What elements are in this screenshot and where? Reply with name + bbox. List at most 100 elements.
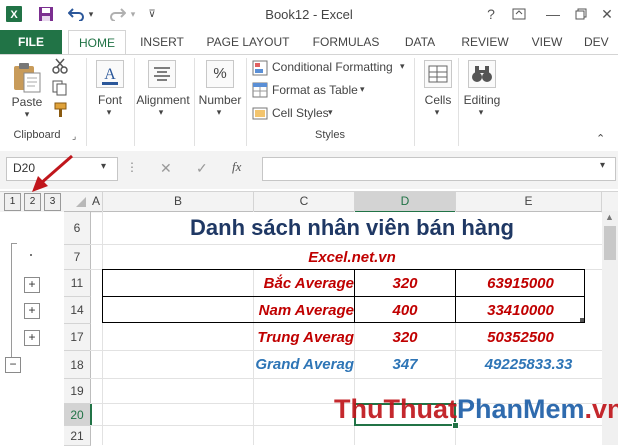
tab-insert[interactable]: INSERT (134, 30, 190, 54)
tab-formulas[interactable]: FORMULAS (306, 30, 386, 54)
region-label-cell[interactable]: Bắc Average (103, 270, 354, 296)
outline-level-1-button[interactable]: 1 (4, 193, 21, 211)
clipboard-group-label: Clipboard (6, 129, 68, 141)
alignment-icon[interactable] (148, 60, 176, 88)
cells-dropdown-icon[interactable]: ▾ (430, 107, 444, 118)
row-header-14[interactable]: 14 (64, 297, 91, 324)
outline-bracket-top (11, 243, 17, 244)
watermark: ThuThuatPhanMem.vn (334, 394, 618, 425)
number-button[interactable]: Number (196, 93, 244, 107)
collapse-group-button[interactable]: − (5, 357, 21, 373)
number-dropdown-icon[interactable]: ▾ (212, 107, 226, 118)
cells-icon[interactable] (424, 60, 452, 88)
sheet-title[interactable]: Danh sách nhân viên bán hàng (103, 212, 601, 244)
alignment-button[interactable]: Alignment (134, 93, 192, 107)
scroll-up-icon[interactable]: ▲ (605, 212, 614, 222)
amount-cell[interactable]: 33410000 (456, 297, 585, 323)
tab-view[interactable]: VIEW (526, 30, 568, 54)
cell-styles-dropdown-icon[interactable]: ▾ (328, 107, 333, 118)
quantity-cell[interactable]: 320 (355, 270, 455, 296)
row-header-21[interactable]: 21 (64, 426, 91, 446)
insert-function-icon[interactable]: fx (232, 159, 241, 175)
column-header-d[interactable]: D (355, 192, 456, 213)
conditional-formatting-icon[interactable] (252, 60, 268, 76)
restore-icon[interactable] (568, 2, 594, 26)
format-painter-icon[interactable] (52, 102, 68, 118)
format-as-table-dropdown-icon[interactable]: ▾ (360, 84, 365, 95)
gridline (90, 378, 602, 379)
column-header-b[interactable]: B (103, 192, 254, 212)
editing-dropdown-icon[interactable]: ▾ (474, 107, 488, 118)
row-header-18[interactable]: 18 (64, 351, 91, 379)
grand-average-label-cell[interactable]: Grand Averag (103, 351, 354, 378)
cell-styles-icon[interactable] (252, 105, 268, 121)
grand-average-quantity-cell[interactable]: 347 (355, 351, 455, 378)
row-header-20[interactable]: 20 (64, 404, 92, 426)
paste-dropdown-icon[interactable]: ▾ (20, 109, 34, 120)
ribbon-display-icon[interactable] (506, 2, 532, 26)
quantity-cell[interactable]: 320 (355, 324, 455, 350)
font-icon[interactable]: A (96, 60, 124, 88)
formula-input[interactable] (262, 157, 616, 181)
clipboard-launcher-icon[interactable]: ⌟ (72, 131, 76, 142)
tab-page-layout[interactable]: PAGE LAYOUT (200, 30, 296, 54)
gridline (90, 425, 602, 426)
column-header-c[interactable]: C (254, 192, 355, 212)
tab-data[interactable]: DATA (398, 30, 442, 54)
copy-icon[interactable] (52, 80, 68, 96)
cancel-icon[interactable]: ✕ (160, 160, 172, 177)
format-as-table-button[interactable]: Format as Table (272, 83, 358, 97)
font-dropdown-icon[interactable]: ▾ (102, 107, 116, 118)
alignment-dropdown-icon[interactable]: ▾ (154, 107, 168, 118)
outline-bracket-line (11, 243, 12, 360)
amount-cell[interactable]: 63915000 (456, 270, 585, 296)
expand-group-button[interactable]: + (24, 330, 40, 346)
grand-average-amount-cell[interactable]: 49225833.33 (456, 351, 601, 378)
watermark-part: .vn (585, 394, 618, 424)
format-as-table-icon[interactable] (252, 82, 268, 98)
row-header-7[interactable]: 7 (64, 245, 91, 270)
cut-icon[interactable] (52, 58, 68, 74)
expand-formula-bar-icon[interactable]: ▾ (600, 160, 605, 171)
row-header-11[interactable]: 11 (64, 270, 91, 297)
quantity-cell[interactable]: 400 (355, 297, 455, 323)
tab-file[interactable]: FILE (0, 30, 62, 54)
row-header-6[interactable]: 6 (64, 212, 91, 245)
annotation-arrow-icon (28, 152, 76, 196)
conditional-formatting-button[interactable]: Conditional Formatting (272, 60, 393, 74)
outline-dot (30, 254, 32, 256)
scrollbar-thumb[interactable] (604, 226, 616, 260)
paste-icon[interactable] (10, 60, 44, 94)
tab-review[interactable]: REVIEW (456, 30, 514, 54)
region-label-cell[interactable]: Nam Average (103, 297, 354, 323)
conditional-formatting-dropdown-icon[interactable]: ▾ (400, 61, 405, 72)
number-format-icon[interactable]: % (206, 60, 234, 88)
enter-icon[interactable]: ✓ (196, 160, 208, 177)
group-divider (194, 58, 195, 146)
tab-developer[interactable]: DEV (584, 30, 618, 54)
name-box-dropdown-icon[interactable]: ▾ (101, 161, 106, 172)
sheet-subtitle[interactable]: Excel.net.vn (103, 245, 601, 269)
collapse-ribbon-icon[interactable]: ⌃ (596, 132, 605, 145)
help-icon[interactable]: ? (478, 2, 504, 26)
editing-button[interactable]: Editing (458, 93, 506, 107)
group-divider (414, 58, 415, 146)
formula-bar-grip-icon[interactable]: ⋮ (126, 160, 138, 174)
amount-cell[interactable]: 50352500 (456, 324, 585, 350)
cell-styles-button[interactable]: Cell Styles (272, 106, 329, 120)
close-icon[interactable]: ✕ (594, 2, 618, 26)
watermark-part: PhanMem (457, 394, 585, 424)
cells-button[interactable]: Cells (418, 93, 458, 107)
paste-button[interactable]: Paste (8, 95, 46, 109)
minimize-icon[interactable]: — (540, 2, 566, 26)
expand-group-button[interactable]: + (24, 277, 40, 293)
tab-home[interactable]: HOME (68, 30, 126, 55)
region-label-cell[interactable]: Trung Averag (103, 324, 354, 350)
expand-group-button[interactable]: + (24, 303, 40, 319)
row-header-17[interactable]: 17 (64, 324, 91, 351)
column-header-e[interactable]: E (456, 192, 602, 212)
font-button[interactable]: Font (90, 93, 130, 107)
editing-binoculars-icon[interactable] (468, 60, 496, 88)
column-header-a[interactable]: A (90, 192, 103, 212)
row-header-19[interactable]: 19 (64, 379, 91, 404)
